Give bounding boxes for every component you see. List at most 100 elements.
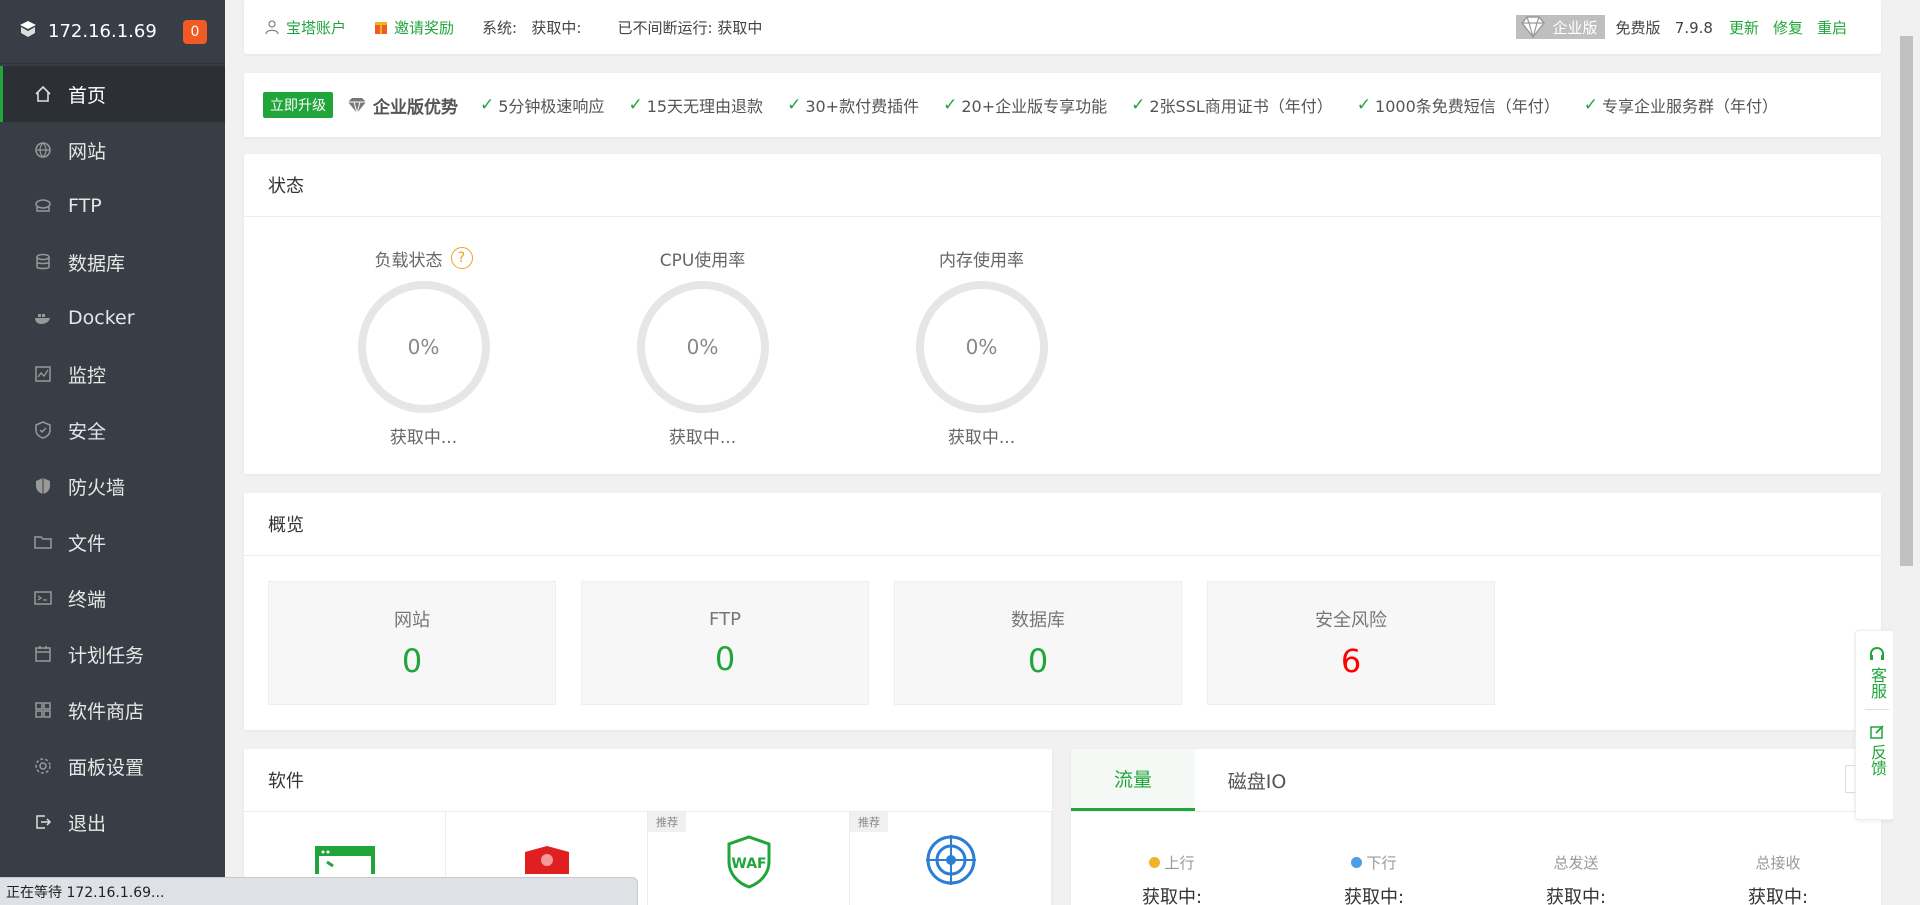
customer-service-button[interactable]: 客服 <box>1867 631 1887 699</box>
gauge-ring[interactable]: 0% <box>915 281 1048 413</box>
gear-icon <box>32 755 54 777</box>
sidebar-item-docker[interactable]: Docker <box>0 290 225 346</box>
overview-card-ftp[interactable]: FTP 0 <box>581 581 869 705</box>
feature-item: ✓ 5分钟极速响应 <box>480 93 604 117</box>
feature-item: ✓ 2张SSL商用证书（年付） <box>1131 93 1333 117</box>
stat-label-text: 下行 <box>1366 854 1397 872</box>
check-icon: ✓ <box>628 95 643 115</box>
status-gauges: 负载状态 ? 0% 获取中... CPU使用率 0% 获取中... 内存使用率 … <box>244 217 1881 448</box>
check-icon: ✓ <box>1131 95 1146 115</box>
ftp-icon <box>32 195 54 217</box>
total-sent-stat: 总发送 获取中: <box>1475 852 1677 905</box>
software-item[interactable]: 推荐 WAF <box>648 812 850 905</box>
overview-value: 0 <box>401 642 423 680</box>
help-icon[interactable]: ? <box>450 247 473 269</box>
repair-link[interactable]: 修复 <box>1773 17 1803 38</box>
feature-label: 2张SSL商用证书（年付） <box>1149 97 1333 116</box>
logout-icon <box>32 811 54 833</box>
sidebar-item-home[interactable]: 首页 <box>0 66 225 122</box>
free-edition-label: 免费版 <box>1615 18 1661 37</box>
sidebar-item-store[interactable]: 软件商店 <box>0 682 225 738</box>
sidebar-item-logout[interactable]: 退出 <box>0 794 225 850</box>
traffic-tabs: 流量 磁盘IO <box>1071 749 1881 812</box>
check-icon: ✓ <box>943 95 958 115</box>
sidebar-item-firewall[interactable]: 防火墙 <box>0 458 225 514</box>
gauge-ring[interactable]: 0% <box>357 281 490 413</box>
overview-label: 数据库 <box>1011 610 1065 631</box>
enterprise-badge[interactable]: 企业版 <box>1516 15 1606 39</box>
feature-label: 专享企业服务群（年付） <box>1602 97 1779 116</box>
sidebar-item-label: Docker <box>68 307 135 329</box>
headset-icon <box>1870 646 1884 660</box>
sidebar-item-files[interactable]: 文件 <box>0 514 225 570</box>
sidebar-item-label: 数据库 <box>68 252 126 275</box>
sidebar-item-label: 安全 <box>68 420 107 443</box>
sidebar-item-database[interactable]: 数据库 <box>0 234 225 290</box>
message-count-badge[interactable]: 0 <box>183 19 207 44</box>
sidebar-item-ftp[interactable]: FTP <box>0 178 225 234</box>
sidebar-item-label: 终端 <box>68 588 107 611</box>
stat-label: 总接收 <box>1755 854 1801 872</box>
version-number: 7.9.8 <box>1674 18 1713 37</box>
update-link[interactable]: 更新 <box>1729 17 1759 38</box>
upgrade-now-button[interactable]: 立即升级 <box>263 92 333 118</box>
sidebar-item-monitor[interactable]: 监控 <box>0 346 225 402</box>
restart-link[interactable]: 重启 <box>1817 17 1847 38</box>
tab-disk-io[interactable]: 磁盘IO <box>1195 749 1319 811</box>
gauge-title-label: 负载状态 <box>374 250 443 271</box>
sidebar-item-label: 面板设置 <box>68 756 145 779</box>
sidebar-item-label: 首页 <box>68 84 107 107</box>
scrollbar-thumb[interactable] <box>1900 36 1913 566</box>
sidebar-item-terminal[interactable]: 终端 <box>0 570 225 626</box>
stat-value: 获取中: <box>1545 887 1607 905</box>
sidebar-item-security[interactable]: 安全 <box>0 402 225 458</box>
sidebar-item-label: FTP <box>68 195 102 217</box>
bt-account-link[interactable]: 宝塔账户 <box>264 17 346 38</box>
sidebar: 172.16.1.69 0 首页 网站 FTP 数据库 Docker 监控 安全… <box>0 0 225 905</box>
status-panel: 状态 负载状态 ? 0% 获取中... CPU使用率 0% 获取中... 内存使… <box>244 154 1881 474</box>
sidebar-header: 172.16.1.69 0 <box>0 0 225 64</box>
diamond-icon <box>348 97 366 114</box>
download-stat: 下行 获取中: <box>1273 852 1475 905</box>
gift-icon <box>375 22 388 34</box>
total-received-stat: 总接收 获取中: <box>1677 852 1879 905</box>
feature-item: ✓ 专享企业服务群（年付） <box>1584 93 1778 117</box>
home-icon <box>32 83 54 105</box>
sidebar-item-label: 监控 <box>68 364 107 387</box>
stat-label: 下行 <box>1351 852 1397 873</box>
software-title: 软件 <box>244 749 1052 812</box>
gauge-sub: 获取中... <box>947 428 1016 448</box>
overview-card-security-risk[interactable]: 安全风险 6 <box>1207 581 1495 705</box>
gauge-sub: 获取中... <box>668 428 737 448</box>
system-value: 获取中: <box>531 18 582 37</box>
software-item[interactable]: 推荐 <box>850 812 1052 905</box>
gauge-title: CPU使用率 <box>659 250 746 271</box>
page-scrollbar[interactable] <box>1893 0 1920 905</box>
overview-card-database[interactable]: 数据库 0 <box>894 581 1182 705</box>
gauge-value: 0% <box>686 335 719 359</box>
diamond-icon <box>1521 16 1546 38</box>
overview-value: 0 <box>714 639 736 678</box>
sidebar-item-label: 防火墙 <box>68 476 126 499</box>
firewall-icon <box>32 475 54 497</box>
waf-icon: WAF <box>727 835 770 889</box>
sidebar-item-cron[interactable]: 计划任务 <box>0 626 225 682</box>
overview-value: 0 <box>1027 642 1049 680</box>
gauge-value: 0% <box>407 335 440 359</box>
feature-item: ✓ 1000条免费短信（年付） <box>1357 93 1560 117</box>
top-right-actions: 企业版 免费版 7.9.8 更新 修复 重启 <box>1516 15 1861 39</box>
sidebar-item-website[interactable]: 网站 <box>0 122 225 178</box>
overview-card-website[interactable]: 网站 0 <box>268 581 556 705</box>
tab-traffic[interactable]: 流量 <box>1071 749 1195 811</box>
invite-reward-link[interactable]: 邀请奖励 <box>374 17 454 38</box>
feature-label: 15天无理由退款 <box>646 97 764 116</box>
feedback-button[interactable]: 反馈 <box>1867 710 1887 776</box>
gauge-ring[interactable]: 0% <box>636 281 769 413</box>
folder-icon <box>32 531 54 553</box>
system-label: 系统: <box>482 18 518 37</box>
terminal-icon <box>32 587 54 609</box>
sidebar-item-settings[interactable]: 面板设置 <box>0 738 225 794</box>
traffic-panel: 流量 磁盘IO 上行 获取中: 下行 获取中: 总发送 获取中: 总接收 获取中… <box>1071 749 1881 905</box>
feature-label: 30+款付费插件 <box>805 97 920 116</box>
memory-gauge: 内存使用率 0% 获取中... <box>842 217 1121 448</box>
